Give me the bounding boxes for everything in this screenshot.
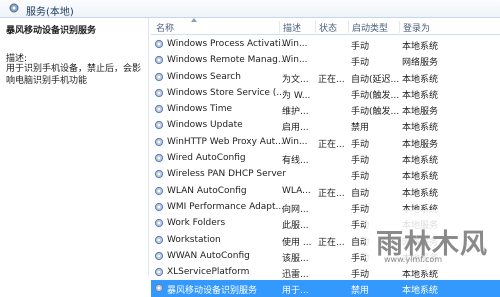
service-startup-cell: 禁用 — [351, 123, 370, 134]
selected-service-title: 暴风移动设备识别服务 — [6, 26, 97, 36]
service-description-cell: Win... — [282, 136, 308, 147]
table-row[interactable]: Wired AutoConfig 有线... 手动 本地系统 — [151, 150, 500, 166]
service-logon-cell: 本地系统 — [402, 74, 439, 85]
table-row[interactable]: Windows Store Service (... 为 W... 手动(触发...… — [151, 85, 500, 101]
gear-icon — [9, 3, 19, 13]
column-header-row: 名称 描述 状态 启动类型 登录为 — [151, 18, 500, 35]
service-startup-cell: 手动 — [351, 139, 370, 150]
service-gear-icon — [154, 284, 164, 293]
column-startup-type[interactable]: 启动类型 — [348, 21, 388, 34]
service-startup-cell: 手动(触发... — [351, 90, 399, 101]
table-row[interactable]: Windows Remote Manag... Win... 手动 网络服务 — [151, 52, 500, 68]
service-description-pane: 暴风移动设备识别服务 描述: 用于识别手机设备，禁止后，会影响电脑识别手机功能 — [0, 18, 149, 275]
service-gear-icon — [154, 219, 164, 228]
service-description-cell: 启用... — [282, 123, 309, 134]
service-gear-icon — [154, 72, 164, 81]
service-logon-cell: 本地系统 — [402, 286, 439, 297]
table-row[interactable]: Windows Search 为文... 正在... 自动(延迟... 本地系统 — [151, 69, 500, 85]
service-gear-icon — [154, 235, 164, 244]
service-description-cell: 为文... — [282, 74, 309, 85]
service-startup-cell: 自动(延迟... — [351, 74, 399, 85]
service-description-cell: WLA... — [282, 185, 311, 196]
service-description-cell: Win... — [282, 55, 308, 66]
service-startup-cell: 禁用 — [351, 286, 370, 297]
window-header: 服务(本地) — [0, 0, 500, 18]
service-name-cell: Wireless PAN DHCP Server — [167, 169, 286, 180]
service-gear-icon — [154, 137, 164, 146]
service-gear-icon — [154, 202, 164, 212]
service-logon-cell: 本地服务 — [402, 139, 439, 150]
service-startup-cell: 手动 — [351, 42, 370, 52]
service-description-cell: 有线... — [282, 156, 309, 167]
service-gear-icon — [154, 105, 164, 114]
service-logon-cell: 本地系统 — [402, 90, 439, 101]
service-gear-icon — [154, 39, 164, 49]
service-description-cell: 使用 ... — [282, 237, 312, 248]
service-logon-cell: 本地系统 — [402, 42, 439, 52]
service-logon-cell: 网络服务 — [402, 58, 439, 69]
watermark-url: www.ylmf.com — [384, 255, 443, 264]
service-logon-cell: 本地系统 — [402, 172, 439, 183]
table-row[interactable]: Windows Time 维护... 手动(触发... 本地服务 — [151, 101, 500, 117]
service-description-cell: 迅雷... — [282, 270, 309, 281]
service-gear-icon — [154, 153, 164, 163]
column-description[interactable]: 描述 — [279, 21, 301, 34]
table-row[interactable]: Windows Update 启用... 禁用 本地系统 — [151, 117, 500, 133]
service-logon-cell: 本地系统 — [402, 188, 439, 199]
service-startup-cell: 手动(触发... — [351, 107, 399, 118]
service-gear-icon — [154, 56, 164, 65]
service-description-cell: 为 W... — [282, 90, 311, 101]
service-logon-cell: 本地系统 — [402, 156, 439, 167]
service-logon-cell: 本地系统 — [402, 123, 439, 134]
service-status-cell: 正在... — [318, 139, 345, 150]
service-gear-icon — [154, 268, 164, 277]
service-description-cell: 该服... — [282, 253, 309, 264]
table-row[interactable]: WLAN AutoConfig WLA... 正在... 自动 本地系统 — [151, 183, 500, 199]
service-description-cell: Win... — [282, 39, 308, 49]
service-startup-cell: 手动 — [351, 172, 370, 183]
service-startup-cell: 自动 — [351, 188, 370, 199]
service-status-cell: 正在... — [318, 74, 345, 85]
page-title: 服务(本地) — [26, 7, 74, 18]
column-logon-as[interactable]: 登录为 — [399, 21, 430, 34]
description-text: 用于识别手机设备，禁止后，会影响电脑识别手机功能 — [6, 64, 142, 86]
service-gear-icon — [154, 251, 164, 260]
service-description-cell: 向网... — [282, 204, 309, 215]
column-name[interactable]: 名称 — [153, 21, 174, 34]
table-row[interactable]: Windows Process Activati... Win... 手动 本地系统 — [151, 36, 500, 52]
table-row[interactable]: WinHTTP Web Proxy Aut... Win... 正在... 手动 本地服… — [151, 134, 500, 150]
sort-arrow-icon — [191, 18, 197, 22]
table-row[interactable]: Wireless PAN DHCP Server 手动 本地系统 — [151, 166, 500, 182]
service-description-cell: 用于... — [282, 286, 309, 297]
service-gear-icon — [154, 121, 164, 130]
service-description-cell: 维护... — [282, 107, 309, 118]
service-description-cell: 此服... — [282, 221, 309, 232]
column-status[interactable]: 状态 — [315, 21, 337, 34]
watermark-logo: 雨林木风 www.ylmf.com — [366, 210, 494, 270]
service-logon-cell: 本地服务 — [402, 107, 439, 118]
service-status-cell: 正在... — [318, 237, 345, 248]
service-startup-cell: 手动 — [351, 58, 370, 69]
service-status-cell: 正在... — [318, 188, 345, 199]
service-gear-icon — [154, 186, 164, 195]
service-gear-icon — [154, 88, 164, 97]
service-startup-cell: 手动 — [351, 156, 370, 167]
service-gear-icon — [154, 170, 164, 179]
table-row[interactable]: 暴风移动设备识别服务 用于... 禁用 本地系统 — [151, 280, 500, 297]
